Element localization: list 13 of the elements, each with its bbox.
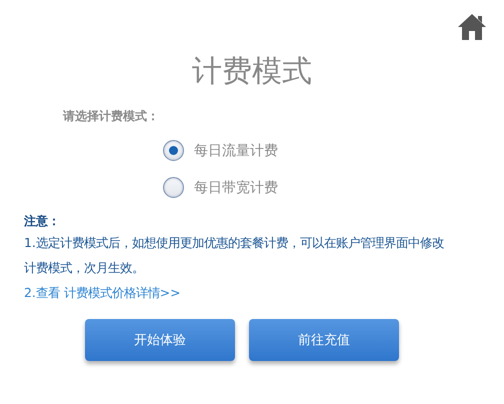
prompt-label: 请选择计费模式： <box>63 108 160 125</box>
radio-button[interactable] <box>163 177 184 198</box>
page-title: 计费模式 <box>191 53 313 91</box>
price-details-link[interactable]: 计费模式价格详情>> <box>64 285 181 300</box>
recharge-button[interactable]: 前往充值 <box>249 319 399 361</box>
note-text: 1.选定计费模式后，如想使用更加优惠的套餐计费，可以在账户管理界面中修改计费模式，次月生效。 <box>24 234 444 277</box>
radio-button[interactable] <box>163 140 184 161</box>
option-label[interactable]: 每日带宽计费 <box>194 178 278 196</box>
note-text: 2.查看 计费模式价格详情>> <box>24 284 182 302</box>
option-label[interactable]: 每日流量计费 <box>194 142 278 160</box>
start-button[interactable]: 开始体验 <box>85 319 235 361</box>
home-icon[interactable] <box>457 12 487 42</box>
notes-heading: 注意： <box>24 213 61 230</box>
